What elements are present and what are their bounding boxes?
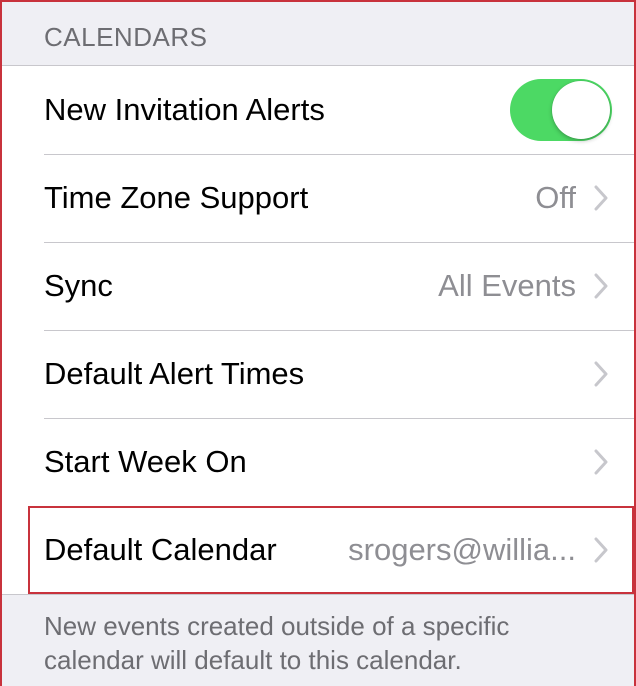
calendar-settings-screen: CALENDARS New Invitation Alerts Time Zon… [0,0,636,686]
chevron-right-icon [590,183,612,213]
new-invitation-alerts-toggle[interactable] [510,79,612,141]
default-calendar-row[interactable]: Default Calendar srogers@willia... [28,506,634,594]
new-invitation-alerts-row: New Invitation Alerts [2,66,634,154]
default-calendar-value: srogers@willia... [348,532,576,567]
footer-note: New events created outside of a specific… [44,611,510,675]
new-invitation-alerts-label: New Invitation Alerts [44,92,325,127]
default-alert-times-row[interactable]: Default Alert Times [2,330,634,418]
chevron-right-icon [590,271,612,301]
chevron-right-icon [590,535,612,565]
default-calendar-label: Default Calendar [44,532,277,567]
calendar-settings-group: New Invitation Alerts Time Zone Support … [2,66,634,595]
time-zone-support-value: Off [535,180,576,215]
sync-row[interactable]: Sync All Events [2,242,634,330]
sync-value: All Events [438,268,576,303]
start-week-on-label: Start Week On [44,444,247,479]
toggle-knob [552,81,610,139]
time-zone-support-label: Time Zone Support [44,180,309,215]
time-zone-support-row[interactable]: Time Zone Support Off [2,154,634,242]
chevron-right-icon [590,447,612,477]
sync-label: Sync [44,268,113,303]
default-alert-times-label: Default Alert Times [44,356,305,391]
chevron-right-icon [590,359,612,389]
section-header-calendars: CALENDARS [2,2,634,66]
start-week-on-row[interactable]: Start Week On [2,418,634,506]
